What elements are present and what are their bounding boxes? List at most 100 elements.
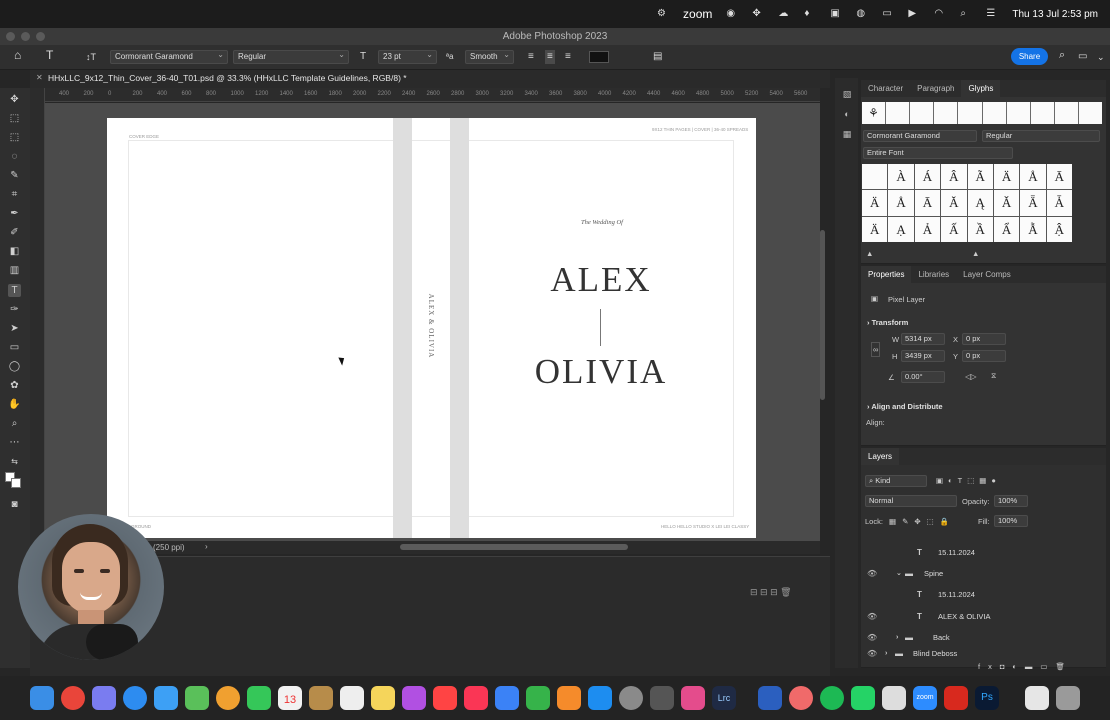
- keynote-icon[interactable]: [495, 686, 519, 710]
- layer-row[interactable]: T 15.11.2024: [861, 543, 1106, 563]
- glyph-cell[interactable]: Ä: [862, 190, 888, 216]
- calculator-icon[interactable]: [650, 686, 674, 710]
- eyedropper-tool-icon[interactable]: ✒: [8, 207, 21, 220]
- align-right-icon[interactable]: ≡: [565, 50, 571, 64]
- link-dimensions-icon[interactable]: ∞: [871, 342, 881, 357]
- background-color-swatch[interactable]: [11, 478, 21, 488]
- eraser-tool-icon[interactable]: ◧: [8, 245, 21, 258]
- photos-icon[interactable]: [216, 686, 240, 710]
- name-alex-text[interactable]: ALEX: [530, 260, 672, 300]
- minimize-window-button[interactable]: [21, 32, 30, 41]
- glyph-subset-dropdown[interactable]: Entire Font: [863, 147, 1013, 159]
- layer-actions-icons[interactable]: fx◘◐▬▭🗑: [978, 662, 1073, 671]
- menubar-clock[interactable]: Thu 13 Jul 2:53 pm: [1012, 9, 1098, 20]
- asana-icon[interactable]: [789, 686, 813, 710]
- text-color-swatch[interactable]: [589, 51, 609, 63]
- font-family-dropdown[interactable]: Cormorant Garamond: [110, 49, 228, 64]
- recent-glyph[interactable]: [982, 102, 1006, 124]
- opacity-field[interactable]: 100%: [994, 495, 1028, 507]
- layer-row[interactable]: 👁 T ALEX & OLIVIA: [861, 607, 1106, 627]
- zoom-tool-icon[interactable]: ⌕: [8, 417, 21, 430]
- music-icon[interactable]: [464, 686, 488, 710]
- align-center-icon[interactable]: ≡: [545, 50, 555, 64]
- font-size-dropdown[interactable]: 23 pt: [378, 49, 437, 64]
- extension-icon[interactable]: ✥: [752, 8, 764, 20]
- glyph-cell[interactable]: Ấ: [941, 216, 967, 242]
- close-tab-icon[interactable]: ✕: [36, 73, 43, 82]
- notes-icon[interactable]: [371, 686, 395, 710]
- tab-paragraph[interactable]: Paragraph: [910, 80, 961, 97]
- vertical-ruler[interactable]: [30, 88, 45, 558]
- podcasts-icon[interactable]: [402, 686, 426, 710]
- lasso-tool-icon[interactable]: ◌: [8, 150, 21, 163]
- artboard-tool-icon[interactable]: ⬚: [8, 112, 21, 125]
- battery-icon[interactable]: ▭: [882, 8, 894, 20]
- fill-field[interactable]: 100%: [994, 515, 1028, 527]
- mail-icon[interactable]: [154, 686, 178, 710]
- align-distribute-header[interactable]: › Align and Distribute: [867, 402, 943, 411]
- layer-filter-dropdown[interactable]: ⌕ Kind: [865, 475, 927, 487]
- move-tool-icon[interactable]: ✥: [8, 93, 21, 106]
- recent-glyph[interactable]: [886, 102, 910, 124]
- close-window-button[interactable]: [6, 32, 15, 41]
- play-icon[interactable]: ▶: [908, 8, 920, 20]
- glyph-cell[interactable]: Ǡ: [1046, 190, 1072, 216]
- glyph-cell[interactable]: [862, 164, 888, 190]
- word-icon[interactable]: [758, 686, 782, 710]
- layer-row[interactable]: 👁 › ▬ Blind Deboss: [861, 647, 1106, 661]
- glyph-cell[interactable]: Ā: [1046, 164, 1072, 190]
- wifi-icon[interactable]: ◠: [934, 8, 946, 20]
- chrome-icon[interactable]: [61, 686, 85, 710]
- flip-vertical-icon[interactable]: ⧖: [991, 371, 996, 381]
- layer-filter-icons[interactable]: ▣◐T⬚▦●: [936, 476, 1001, 485]
- pages-icon[interactable]: [557, 686, 581, 710]
- glyph-cell[interactable]: Å: [1020, 164, 1046, 190]
- flip-horizontal-icon[interactable]: ◁▷: [965, 372, 977, 381]
- glyph-cell[interactable]: Ẩ: [993, 216, 1020, 242]
- glyph-cell[interactable]: Ǎ: [993, 190, 1020, 216]
- search-ps-icon[interactable]: ⌕: [1059, 48, 1065, 62]
- glyph-cell[interactable]: Ǟ: [1020, 190, 1046, 216]
- glyph-cell[interactable]: Ầ: [967, 216, 993, 242]
- photoshop-icon[interactable]: Ps: [975, 686, 999, 710]
- align-left-icon[interactable]: ≡: [528, 50, 534, 64]
- numbers-icon[interactable]: [526, 686, 550, 710]
- visibility-eye-icon[interactable]: 👁: [867, 564, 877, 584]
- transform-header[interactable]: › Transform: [867, 318, 908, 327]
- recent-glyph[interactable]: [1030, 102, 1054, 124]
- glyph-font-family-dropdown[interactable]: Cormorant Garamond: [863, 130, 977, 142]
- lock-options-icons[interactable]: ▦✎✥⬚🔒: [889, 517, 955, 526]
- zoom-app-icon[interactable]: zoom: [913, 686, 937, 710]
- wedding-of-text[interactable]: The Wedding Of: [560, 219, 644, 226]
- group-collapse-icon[interactable]: ›: [885, 647, 887, 661]
- adjustments-icon[interactable]: ◐: [841, 108, 853, 120]
- cloud-icon[interactable]: ☁: [778, 8, 790, 20]
- glyph-cell[interactable]: Ä: [993, 164, 1020, 190]
- search-icon[interactable]: ⌕: [960, 8, 972, 20]
- crop-tool-icon[interactable]: ⌗: [8, 188, 21, 201]
- group-collapse-icon[interactable]: ›: [896, 628, 898, 648]
- type-tool-icon[interactable]: T: [8, 284, 21, 297]
- glyph-cell[interactable]: Ä: [862, 216, 888, 242]
- glyph-zoom-in-icon[interactable]: ▲: [972, 249, 979, 258]
- browser-icon[interactable]: ◍: [856, 8, 868, 20]
- font-style-dropdown[interactable]: Regular: [233, 49, 349, 64]
- height-field[interactable]: 3439 px: [901, 350, 945, 362]
- safari-icon[interactable]: [123, 686, 147, 710]
- horizontal-scrollbar[interactable]: [400, 544, 628, 550]
- tab-properties[interactable]: Properties: [861, 266, 912, 283]
- glyph-cell[interactable]: Ạ: [888, 216, 914, 242]
- system-settings-icon[interactable]: [619, 686, 643, 710]
- glyph-cell[interactable]: Â: [941, 164, 967, 190]
- lightroom-icon[interactable]: Lrc: [712, 686, 736, 710]
- glyph-cell[interactable]: Ą: [967, 190, 993, 216]
- share-button[interactable]: Share: [1011, 48, 1048, 65]
- recent-glyph[interactable]: ⚘: [862, 102, 886, 124]
- tab-character[interactable]: Character: [861, 80, 910, 97]
- rectangle-tool-icon[interactable]: ▭: [8, 341, 21, 354]
- workspace-icon[interactable]: ▭: [1078, 50, 1087, 64]
- glyph-cell[interactable]: Å: [888, 190, 914, 216]
- group-expand-icon[interactable]: ⌄: [896, 564, 902, 584]
- timeline-control-icons[interactable]: ⊟ ⊟ ⊟ 🗑: [750, 587, 792, 598]
- x-field[interactable]: 0 px: [962, 333, 1006, 345]
